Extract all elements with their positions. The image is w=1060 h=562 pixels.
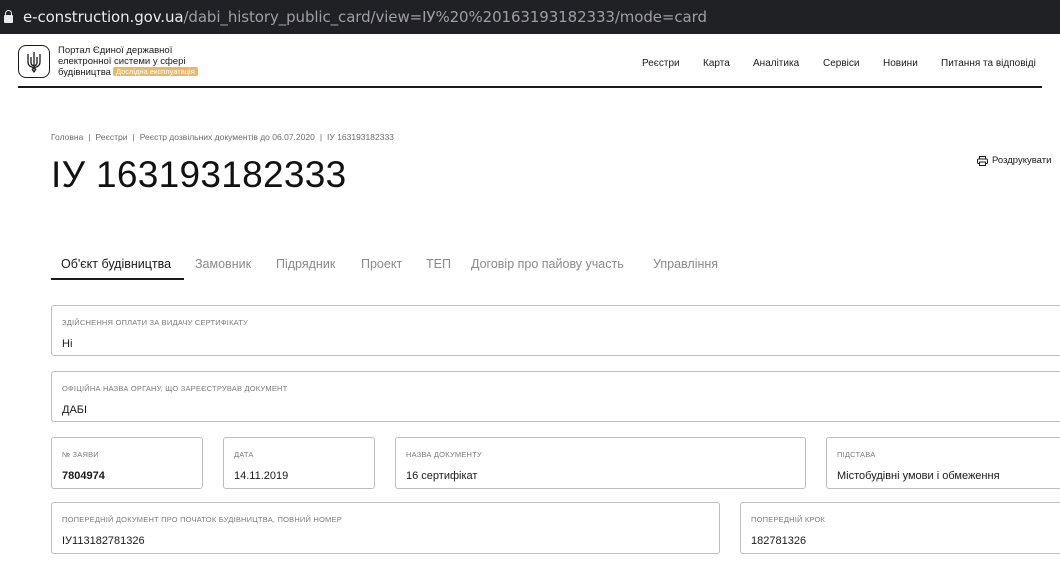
tab-customer[interactable]: Замовник (195, 256, 251, 272)
nav-item-news[interactable]: Новини (883, 58, 918, 70)
field-previous-document: Попередній документ про початок будівниц… (51, 502, 720, 554)
tab-construction-object[interactable]: Об'єкт будівництва (61, 256, 171, 272)
field-label: Дата (234, 450, 254, 459)
breadcrumb-registry[interactable]: Реєстр дозвільних документів до 06.07.20… (140, 132, 315, 142)
field-value: 14.11.2019 (234, 470, 289, 482)
breadcrumb: Головна | Реєстри | Реєстр дозвільних докуме… (51, 132, 394, 142)
field-document-name: Назва документу 16 сертифікат (395, 437, 806, 489)
print-button[interactable]: Роздрукувати (977, 155, 1051, 167)
active-tab-indicator (51, 278, 184, 280)
field-previous-step: Попередній крок 182781326 (740, 502, 1060, 554)
field-application-no: № заяви 7804974 (51, 437, 203, 489)
field-label: Підстава (837, 450, 876, 459)
printer-icon (977, 156, 988, 166)
page-title: ІУ 163193182333 (51, 154, 347, 195)
lock-icon (4, 10, 13, 23)
brand-line-1: Портал Єдиної державної (58, 45, 173, 56)
url-host: e-construction.gov.ua (23, 8, 184, 26)
breadcrumb-home[interactable]: Головна (51, 132, 83, 142)
nav-item-faq[interactable]: Питання та відповіді (941, 58, 1036, 70)
url-field[interactable]: e-construction.gov.ua/dabi_history_publi… (23, 7, 707, 27)
brand-line-2: електронної системи у сфері (58, 55, 186, 67)
tab-tep[interactable]: ТЕП (426, 256, 451, 272)
nav-item-analytics[interactable]: Аналітика (753, 58, 799, 70)
browser-address-bar: e-construction.gov.ua/dabi_history_publi… (0, 0, 1060, 34)
url-path: /dabi_history_public_card/view=ІУ%20%201… (183, 8, 707, 26)
field-value: ДАБІ (62, 404, 88, 416)
portal-brand[interactable]: Портал Єдиної державної електронної сист… (58, 45, 198, 79)
nav-item-map[interactable]: Карта (703, 58, 730, 70)
header-divider (18, 86, 1042, 88)
print-label: Роздрукувати (992, 155, 1052, 166)
field-payment: Здійснення оплати за видачу сертифікату … (51, 305, 1060, 356)
nav-item-registries[interactable]: Реєстри (642, 58, 680, 70)
field-value: ІУ113182781326 (62, 535, 145, 547)
breadcrumb-registries[interactable]: Реєстри (96, 132, 128, 142)
field-label: № заяви (62, 450, 99, 459)
beta-badge: Дослідна експлуатація (112, 67, 198, 76)
field-value: Містобудівні умови і обмеження (837, 470, 1000, 482)
tab-contractor[interactable]: Підрядник (276, 256, 335, 272)
field-label: Попередній документ про початок будівниц… (62, 515, 342, 524)
tab-management[interactable]: Управління (653, 256, 718, 272)
field-authority: Офіційна назва органу, що зареєстрував д… (51, 371, 1060, 422)
field-value: 182781326 (751, 535, 807, 547)
trident-logo-icon[interactable] (18, 45, 50, 78)
tab-project[interactable]: Проект (361, 256, 402, 272)
field-label: Офіційна назва органу, що зареєстрував д… (62, 384, 288, 393)
brand-line-3: будівництва (58, 67, 111, 78)
field-label: Назва документу (406, 450, 482, 459)
field-value: 16 сертифікат (406, 470, 478, 482)
field-label: Здійснення оплати за видачу сертифікату (62, 318, 248, 327)
field-date: Дата 14.11.2019 (223, 437, 375, 489)
field-label: Попередній крок (751, 515, 826, 524)
field-value: 7804974 (62, 470, 105, 482)
breadcrumb-current: ІУ 163193182333 (327, 132, 394, 142)
tab-equity-agreement[interactable]: Договір про пайову участь (471, 256, 624, 272)
field-basis: Підстава Містобудівні умови і обмеження (826, 437, 1060, 489)
field-value: Ні (62, 338, 73, 350)
nav-item-services[interactable]: Сервіси (823, 58, 859, 70)
